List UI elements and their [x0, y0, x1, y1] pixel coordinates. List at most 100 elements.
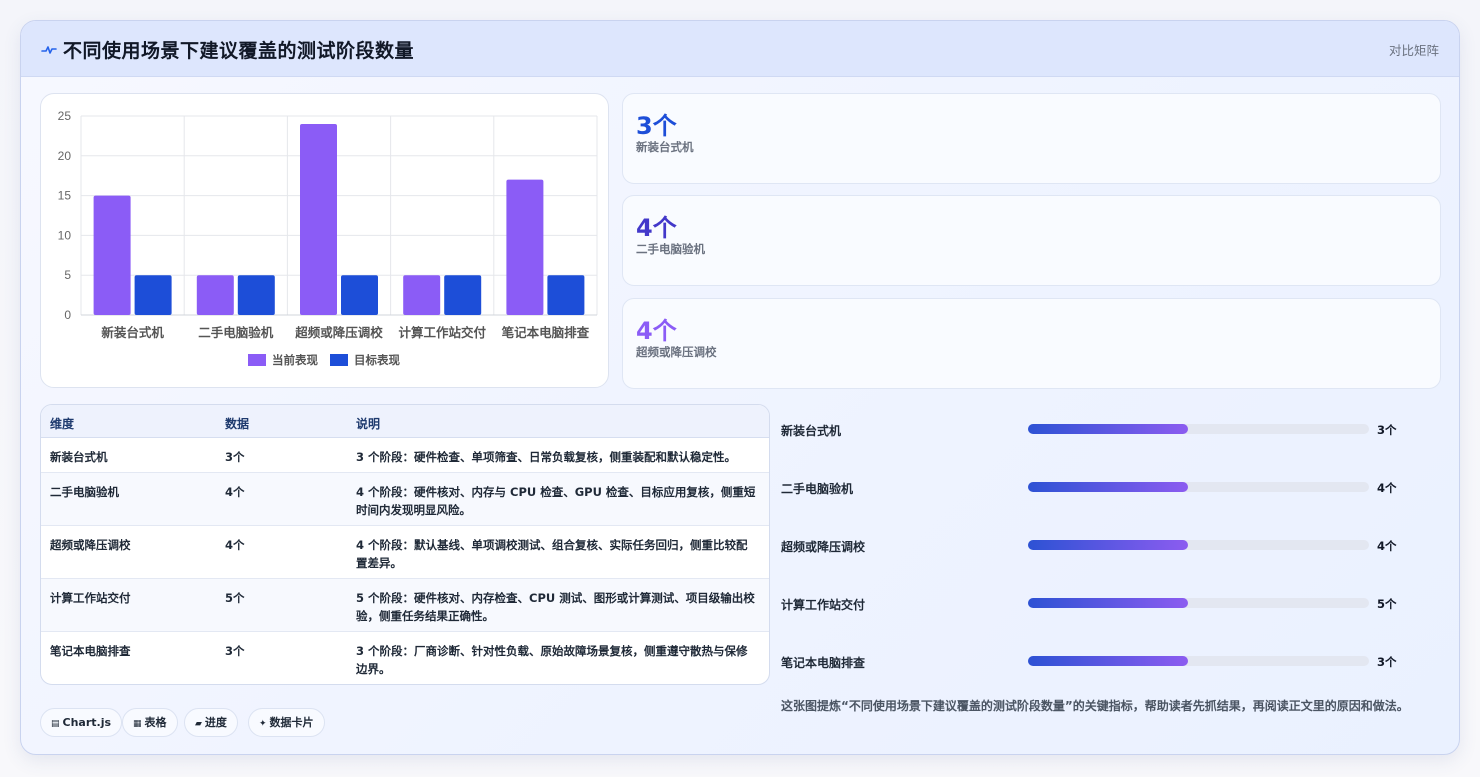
stat-label: 超频或降压调校 [636, 345, 717, 359]
progress-row: 计算工作站交付 5个 [781, 594, 1441, 614]
column-header: 维度 [50, 417, 75, 431]
progress-label: 计算工作站交付 [781, 598, 866, 612]
bar [196, 275, 234, 315]
progress-label: 笔记本电脑排查 [781, 656, 866, 670]
stat-value: 4个 [636, 214, 677, 242]
progress-row: 笔记本电脑排查 3个 [781, 652, 1441, 672]
card-header: 不同使用场景下建议覆盖的测试阶段数量 对比矩阵 [21, 21, 1459, 77]
bar [341, 275, 378, 315]
progress-label: 超频或降压调校 [781, 540, 866, 554]
progress-icon: ▰ [195, 719, 202, 729]
pulse-icon [41, 46, 57, 54]
cell-value: 3个 [225, 644, 245, 658]
chip-label: 表格 [144, 716, 167, 729]
cell-dimension: 计算工作站交付 [50, 591, 131, 605]
chip-label: Chart.js [62, 716, 112, 729]
cell-description: 4 个阶段：硬件核对、内存与 CPU 检查、GPU 检查、目标应用复核，侧重短时… [356, 485, 756, 517]
progress-value: 3个 [1377, 655, 1397, 669]
page-title: 不同使用场景下建议覆盖的测试阶段数量 [63, 40, 415, 62]
progress-fill [1028, 598, 1189, 608]
legend-label: 目标表现 [354, 353, 400, 367]
cell-dimension: 新装台式机 [50, 450, 108, 464]
bar [93, 195, 131, 315]
progress-value: 3个 [1377, 423, 1397, 437]
progress-track [1028, 424, 1369, 434]
y-tick-label: 15 [58, 189, 72, 203]
cell-description: 3 个阶段：硬件检查、单项筛查、日常负载复核，侧重装配和默认稳定性。 [356, 450, 737, 464]
progress-track [1028, 482, 1369, 492]
legend-label: 当前表现 [272, 353, 318, 367]
y-tick-label: 10 [58, 228, 72, 242]
table-row: 二手电脑验机 4个 4 个阶段：硬件核对、内存与 CPU 检查、GPU 检查、目… [41, 473, 769, 526]
table-icon: ▦ [133, 719, 142, 729]
progress-value: 5个 [1377, 597, 1397, 611]
progress-fill [1028, 424, 1189, 434]
stat-card: 4个 二手电脑验机 [622, 195, 1441, 286]
x-tick-label: 计算工作站交付 [398, 325, 486, 340]
column-header: 数据 [225, 417, 250, 431]
progress-track [1028, 656, 1369, 666]
chip-table[interactable]: ▦ 表格 [122, 708, 178, 737]
table-header: 维度 数据 说明 [41, 405, 769, 438]
stat-card: 3个 新装台式机 [622, 93, 1441, 184]
y-tick-label: 0 [64, 308, 71, 322]
stat-value: 3个 [636, 112, 677, 140]
chip-data-cards[interactable]: ✦ 数据卡片 [248, 708, 325, 737]
y-tick-label: 25 [58, 109, 72, 123]
legend-swatch [248, 354, 266, 366]
progress-value: 4个 [1377, 481, 1397, 495]
legend-swatch [330, 354, 348, 366]
summary-text: 这张图提炼“不同使用场景下建议覆盖的测试阶段数量”的关键指标，帮助读者先抓结果，… [781, 699, 1409, 713]
column-header: 说明 [356, 417, 381, 431]
table-row: 超频或降压调校 4个 4 个阶段：默认基线、单项调校测试、组合复核、实际任务回归… [41, 526, 769, 579]
progress-row: 新装台式机 3个 [781, 420, 1441, 440]
progress-fill [1028, 540, 1189, 550]
data-table: 维度 数据 说明 新装台式机 3个 3 个阶段：硬件检查、单项筛查、日常负载复核… [40, 404, 770, 685]
progress-fill [1028, 656, 1189, 666]
cell-value: 5个 [225, 591, 245, 605]
chip-label: 进度 [204, 716, 227, 729]
stat-value: 4个 [636, 317, 677, 345]
progress-track [1028, 598, 1369, 608]
cell-value: 3个 [225, 450, 245, 464]
bar [444, 275, 482, 315]
chip-progress[interactable]: ▰ 进度 [184, 708, 238, 737]
bar [300, 123, 337, 316]
cell-description: 4 个阶段：默认基线、单项调校测试、组合复核、实际任务回归，侧重比较配置差异。 [356, 538, 748, 570]
cell-description: 3 个阶段：厂商诊断、针对性负载、原始故障场景复核，侧重遵守散热与保修边界。 [356, 644, 748, 676]
progress-row: 超频或降压调校 4个 [781, 536, 1441, 556]
progress-value: 4个 [1377, 539, 1397, 553]
cell-dimension: 笔记本电脑排查 [50, 644, 131, 658]
cell-dimension: 二手电脑验机 [50, 485, 119, 499]
y-tick-label: 5 [64, 268, 71, 282]
cell-dimension: 超频或降压调校 [50, 538, 131, 552]
x-tick-label: 笔记本电脑排查 [501, 325, 590, 340]
chart-icon: ▤ [51, 719, 60, 729]
bar [547, 275, 585, 315]
progress-fill [1028, 482, 1189, 492]
table-row: 笔记本电脑排查 3个 3 个阶段：厂商诊断、针对性负载、原始故障场景复核，侧重遵… [41, 632, 769, 684]
chip-chartjs[interactable]: ▤ Chart.js [40, 708, 123, 737]
chip-label: 数据卡片 [269, 716, 314, 729]
cell-value: 4个 [225, 485, 245, 499]
y-tick-label: 20 [58, 149, 72, 163]
main-card: 不同使用场景下建议覆盖的测试阶段数量 对比矩阵 0 5 10 15 20 25 新装台式机二… [20, 20, 1460, 755]
x-tick-label: 超频或降压调校 [294, 325, 383, 340]
cell-value: 4个 [225, 538, 245, 552]
bar [134, 275, 172, 315]
stat-label: 二手电脑验机 [636, 242, 705, 256]
stat-card: 4个 超频或降压调校 [622, 298, 1441, 389]
cell-description: 5 个阶段：硬件核对、内存检查、CPU 测试、图形或计算测试、项目级输出校验，侧… [356, 591, 755, 623]
bar [403, 275, 441, 315]
bar [237, 275, 275, 315]
stat-label: 新装台式机 [636, 140, 694, 154]
chart-panel: 0 5 10 15 20 25 新装台式机 二手电脑验机 超频或降压调校 计算工作站交付 笔记本电脑… [40, 93, 609, 388]
progress-label: 新装台式机 [781, 424, 842, 438]
progress-track [1028, 540, 1369, 550]
table-row: 新装台式机 3个 3 个阶段：硬件检查、单项筛查、日常负载复核，侧重装配和默认稳… [41, 438, 769, 473]
table-row: 计算工作站交付 5个 5 个阶段：硬件核对、内存检查、CPU 测试、图形或计算测… [41, 579, 769, 632]
progress-row: 二手电脑验机 4个 [781, 478, 1441, 498]
bar [506, 179, 544, 315]
bar-chart: 0 5 10 15 20 25 新装台式机 二手电脑验机 超频或降压调校 计算工作站交付 笔记本电脑… [58, 109, 598, 367]
header-tag: 对比矩阵 [1388, 43, 1439, 58]
